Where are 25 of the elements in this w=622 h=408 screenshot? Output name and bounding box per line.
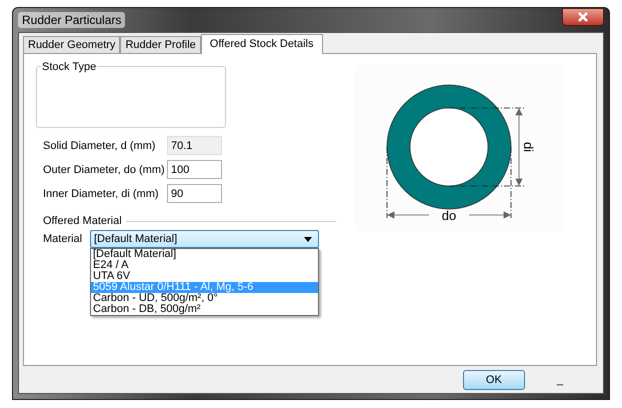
dropdown-option[interactable]: Carbon - DB, 500g/m²	[91, 304, 318, 315]
dropdown-option[interactable]: UTA 6V	[91, 271, 318, 282]
close-button[interactable]	[562, 8, 604, 26]
caret-icon	[304, 236, 312, 242]
field-label: Solid Diameter, d (mm)	[43, 140, 156, 152]
group-title: Stock Type	[41, 61, 98, 73]
field-label: Material	[43, 233, 84, 245]
field-label: Outer Diameter, do (mm)	[43, 164, 166, 176]
section-title: Offered Material	[43, 215, 122, 227]
dropdown-option[interactable]: Carbon - UD, 500g/m², 0°	[91, 293, 318, 304]
close-icon	[576, 12, 590, 22]
window-title: Rudder Particulars	[18, 12, 126, 28]
number-field[interactable]: 100	[167, 160, 222, 179]
dimension-label: di	[521, 142, 536, 152]
dimension-label: do	[442, 208, 456, 223]
material-dropdown[interactable]: [Default Material]	[90, 230, 319, 248]
tab[interactable]: Rudder Profile	[120, 36, 201, 53]
ok-button[interactable]: OK	[462, 370, 525, 390]
dropdown-option[interactable]: [Default Material]	[91, 249, 318, 260]
footer-mark: _	[556, 374, 563, 386]
tab[interactable]: Rudder Geometry	[23, 36, 120, 53]
field-label: Inner Diameter, di (mm)	[43, 188, 160, 200]
dropdown-option[interactable]: E24 / A	[91, 260, 318, 271]
tab[interactable]: Offered Stock Details	[200, 34, 322, 54]
number-field[interactable]: 90	[167, 184, 222, 203]
